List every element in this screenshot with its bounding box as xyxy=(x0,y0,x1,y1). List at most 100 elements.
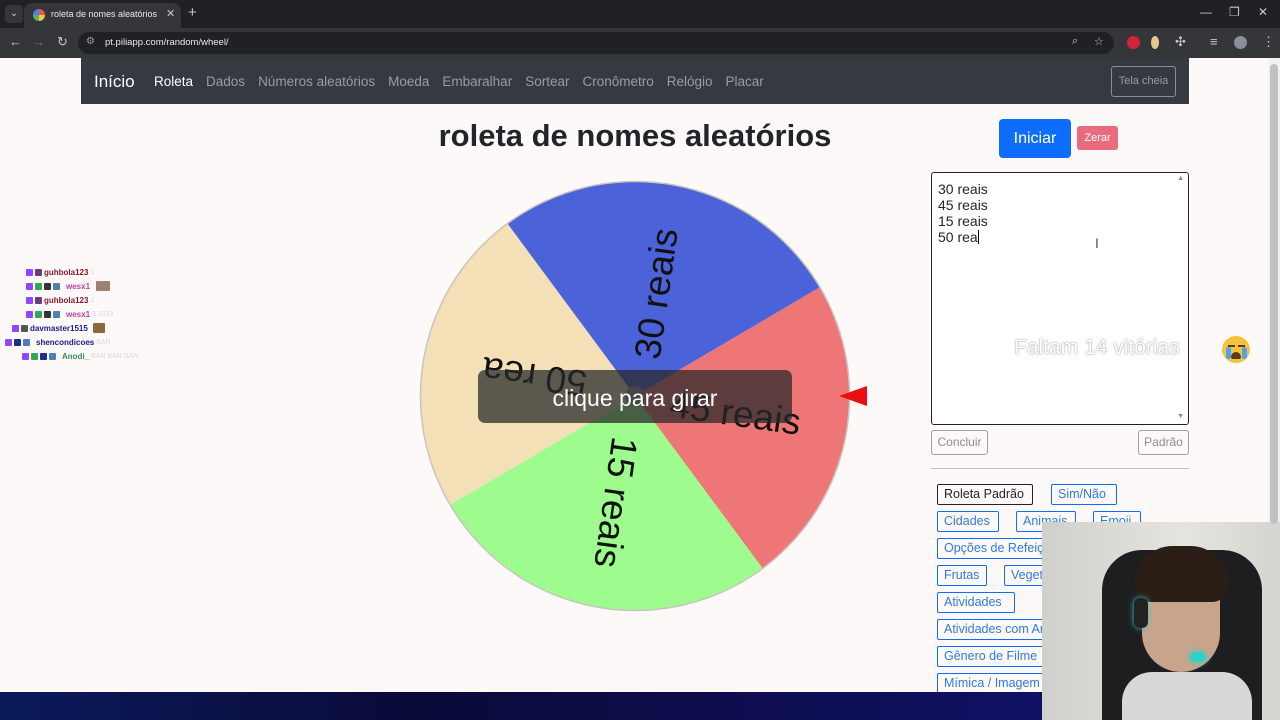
nav-link-moeda[interactable]: Moeda xyxy=(388,74,429,89)
scroll-down-icon[interactable]: ▼ xyxy=(1177,413,1184,420)
star-icon[interactable]: ☆ xyxy=(1094,35,1104,48)
chat-message: shencondicoes BAN xyxy=(5,336,111,348)
emote-icon xyxy=(96,281,111,291)
emote-icon xyxy=(92,323,105,333)
badge-icon xyxy=(44,310,51,318)
chat-text: 2 xyxy=(90,296,95,304)
nav-link-placar[interactable]: Placar xyxy=(726,74,764,89)
badge-icon xyxy=(22,352,29,360)
chat-username: Anodi_ xyxy=(62,351,90,361)
site-navbar: Início Roleta Dados Números aleatórios M… xyxy=(81,58,1189,104)
badge-icon xyxy=(14,338,21,346)
nav-link-sortear[interactable]: Sortear xyxy=(525,74,569,89)
back-icon[interactable]: ← xyxy=(9,34,22,49)
nav-link-cronometro[interactable]: Cronômetro xyxy=(582,74,653,89)
browser-tab[interactable]: roleta de nomes aleatórios ✕ xyxy=(24,3,181,28)
name-entry-text: 50 rea xyxy=(938,229,978,245)
preset-frutas[interactable]: Frutas xyxy=(937,565,987,586)
zoom-icon[interactable]: ⌕ xyxy=(1072,35,1078,48)
site-info-icon[interactable]: ⚙ xyxy=(86,36,95,47)
badge-icon xyxy=(23,338,30,346)
browser-tab-bar: ⌄ roleta de nomes aleatórios ✕ + — ❐ ✕ xyxy=(0,0,1280,28)
preset-atividades[interactable]: Atividades xyxy=(937,592,1015,613)
reload-icon[interactable]: ↻ xyxy=(57,34,68,50)
preset-sim-nao[interactable]: Sim/Não xyxy=(1051,484,1117,505)
microphone-icon xyxy=(1190,652,1206,662)
chat-message: davmaster1515 xyxy=(12,322,105,334)
chat-username: wesx1 xyxy=(66,281,91,291)
chat-username: shencondicoes xyxy=(36,337,95,347)
new-tab-icon[interactable]: + xyxy=(188,4,197,21)
tab-title: roleta de nomes aleatórios xyxy=(51,9,158,19)
address-bar[interactable]: ⚙ pt.piliapp.com/random/wheel/ ⌕ ☆ xyxy=(78,32,1114,54)
crying-face-icon xyxy=(1222,336,1250,363)
badge-icon xyxy=(53,282,60,290)
nav-link-roleta[interactable]: Roleta xyxy=(154,74,193,89)
nav-link-relogio[interactable]: Relógio xyxy=(667,74,713,89)
badge-icon xyxy=(26,310,33,318)
chat-text: 3 3333 xyxy=(92,310,114,318)
chat-message: wesx1 xyxy=(26,280,111,292)
badge-icon xyxy=(12,324,19,332)
chat-text: 1 xyxy=(90,268,95,276)
text-cursor-icon: I xyxy=(1095,235,1099,251)
badge-icon xyxy=(35,268,42,276)
preset-roleta-padrao[interactable]: Roleta Padrão xyxy=(937,484,1033,505)
webcam-feed xyxy=(1042,522,1280,720)
chat-username: davmaster1515 xyxy=(30,323,88,333)
favicon-icon xyxy=(33,9,45,21)
nav-link-embaralhar[interactable]: Embaralhar xyxy=(442,74,512,89)
close-tab-icon[interactable]: ✕ xyxy=(166,7,175,20)
conclude-button[interactable]: Concluir xyxy=(931,430,988,455)
fullscreen-button[interactable]: Tela cheia xyxy=(1111,66,1176,97)
preset-cidades[interactable]: Cidades xyxy=(937,511,999,532)
browser-toolbar: ← → ↻ ⚙ pt.piliapp.com/random/wheel/ ⌕ ☆… xyxy=(0,28,1280,58)
chat-username: wesx1 xyxy=(66,309,91,319)
restore-icon[interactable]: ❐ xyxy=(1229,5,1240,19)
nav-link-dados[interactable]: Dados xyxy=(206,74,245,89)
media-icon[interactable]: ≡ xyxy=(1210,34,1218,49)
window-close-icon[interactable]: ✕ xyxy=(1258,5,1268,19)
extensions-icon[interactable]: ✣ xyxy=(1175,34,1186,50)
stream-goal-text: Faltam 14 vitórias xyxy=(1014,336,1180,359)
nav-link-numeros[interactable]: Números aleatórios xyxy=(258,74,375,89)
badge-icon xyxy=(26,268,33,276)
name-entry: 45 reais xyxy=(938,197,988,213)
default-button[interactable]: Padrão xyxy=(1138,430,1189,455)
spin-prompt[interactable]: clique para girar xyxy=(478,370,792,423)
start-button[interactable]: Iniciar xyxy=(999,119,1071,158)
name-entry: 15 reais xyxy=(938,213,988,229)
divider xyxy=(931,468,1189,469)
headset-icon xyxy=(1134,598,1148,628)
scroll-up-icon[interactable]: ▲ xyxy=(1177,175,1184,182)
brand-link[interactable]: Início xyxy=(94,72,135,92)
scrollbar-thumb[interactable] xyxy=(1270,64,1278,524)
chat-text: BAN xyxy=(96,338,111,346)
nav-links: Roleta Dados Números aleatórios Moeda Em… xyxy=(154,74,764,89)
badge-icon xyxy=(44,282,51,290)
minimize-icon[interactable]: — xyxy=(1200,5,1212,19)
extension-icon[interactable] xyxy=(1127,36,1140,49)
chat-message: guhbola123 2 xyxy=(26,294,94,306)
stream-bottom-bar xyxy=(0,692,1042,720)
reset-button[interactable]: Zerar xyxy=(1077,126,1118,150)
badge-icon xyxy=(49,352,56,360)
url-text: pt.piliapp.com/random/wheel/ xyxy=(105,37,229,48)
names-textarea[interactable]: 30 reais 45 reais 15 reais 50 rea ▲ ▼ xyxy=(931,172,1189,425)
page-title: roleta de nomes aleatórios xyxy=(438,118,832,153)
badge-icon xyxy=(26,282,33,290)
profile-icon[interactable] xyxy=(1234,36,1247,49)
page-scrollbar[interactable] xyxy=(1268,58,1280,524)
chat-username: guhbola123 xyxy=(44,295,89,305)
tab-search-icon[interactable]: ⌄ xyxy=(5,5,23,23)
badge-icon xyxy=(26,296,33,304)
chat-message: wesx1 3 3333 xyxy=(26,308,113,320)
chat-message: guhbola123 1 xyxy=(26,266,94,278)
badge-icon xyxy=(31,352,38,360)
forward-icon[interactable]: → xyxy=(32,34,45,49)
badge-icon xyxy=(21,324,28,332)
extension-icon[interactable] xyxy=(1151,36,1159,49)
menu-icon[interactable]: ⋮ xyxy=(1262,34,1275,50)
badge-icon xyxy=(5,338,12,346)
name-entry-editing: 50 rea xyxy=(938,229,1188,245)
